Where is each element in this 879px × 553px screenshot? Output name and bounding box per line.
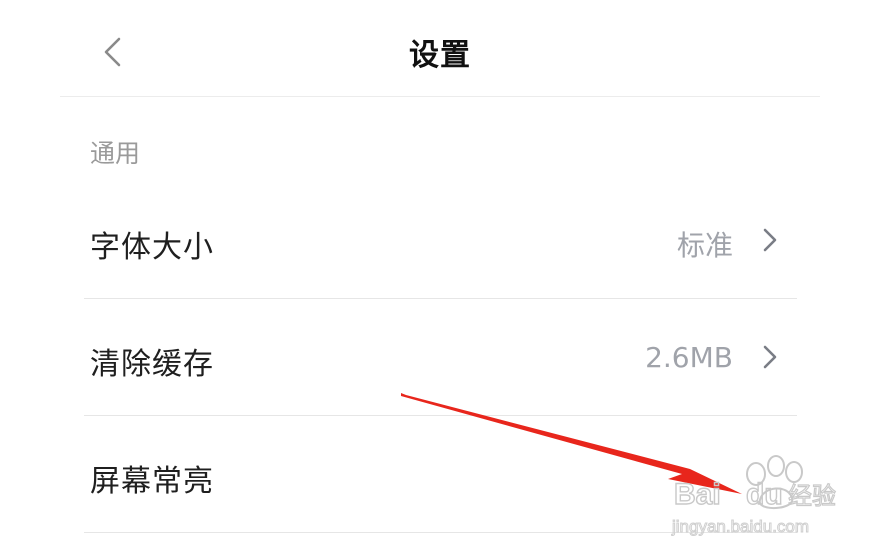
settings-list: 字体大小 标准 清除缓存 2.6MB 屏幕常亮 — [84, 182, 797, 533]
row-value: 2.6MB — [645, 341, 733, 374]
page-title: 设置 — [409, 38, 471, 73]
row-value: 标准 — [676, 229, 733, 262]
row-label: 字体大小 — [90, 230, 214, 265]
row-label: 屏幕常亮 — [90, 464, 214, 499]
settings-row-screen-on[interactable]: 屏幕常亮 — [84, 416, 797, 533]
settings-row-font-size[interactable]: 字体大小 标准 — [84, 182, 797, 299]
section-label-general: 通用 — [90, 139, 141, 168]
row-label: 清除缓存 — [90, 347, 214, 382]
top-bar: 设置 — [60, 0, 820, 97]
chevron-right-icon — [761, 343, 779, 371]
chevron-right-icon — [761, 226, 779, 254]
settings-row-clear-cache[interactable]: 清除缓存 2.6MB — [84, 299, 797, 416]
